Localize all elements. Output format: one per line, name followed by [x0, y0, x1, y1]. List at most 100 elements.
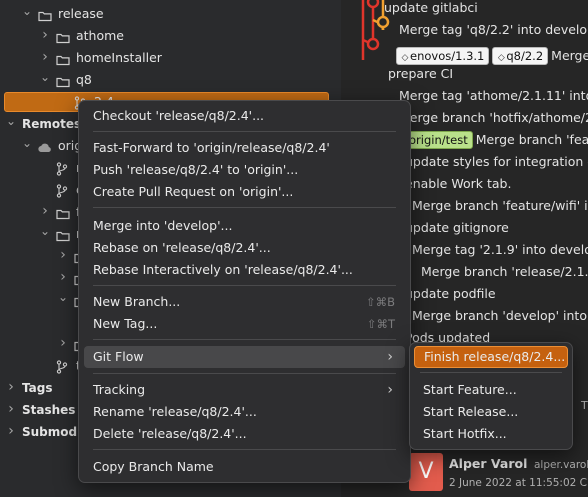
author-avatar: V	[409, 453, 443, 491]
menu-item-copy-branch-name[interactable]: Copy Branch Name	[84, 456, 405, 478]
chevron-right-icon[interactable]: ›	[40, 47, 50, 69]
commit-message: Merge branch 'hotfix/athome/2.1.11'	[399, 110, 588, 125]
chevron-right-icon[interactable]: ›	[6, 399, 16, 421]
commit-message: update styles for integration of new	[405, 154, 588, 169]
menu-separator	[420, 372, 562, 373]
remote-branch-badge: origin/test	[405, 131, 473, 149]
chevron-down-icon[interactable]: ⌄	[6, 113, 16, 135]
chevron-down-icon[interactable]: ⌄	[58, 289, 68, 311]
folder-icon	[38, 7, 52, 22]
submenu-item-finish-release[interactable]: Finish release/q8/2.4...	[414, 346, 568, 368]
menu-label: Start Feature...	[423, 382, 517, 397]
author-email: alper.varol@	[534, 459, 588, 471]
commit-dot	[366, 0, 380, 9]
chevron-right-icon[interactable]: ›	[58, 267, 68, 289]
commit-row[interactable]: Merge branch 'release/2.1.9'	[421, 261, 588, 283]
commit-message: Merge branch 'release/2.1.9'	[421, 264, 588, 279]
chevron-right-icon[interactable]: ›	[58, 245, 68, 267]
commit-message: update gitignore	[405, 220, 509, 235]
chevron-right-icon[interactable]: ›	[40, 25, 50, 47]
menu-item-new-branch[interactable]: New Branch... ⇧⌘B	[84, 291, 405, 313]
submenu-item-start-release[interactable]: Start Release...	[414, 401, 568, 423]
chevron-right-icon[interactable]: ›	[40, 201, 50, 223]
commit-message: Merge tag 'q8/2.2' into develop	[399, 22, 588, 37]
sidebar-item-release[interactable]: ⌄ release	[0, 3, 341, 25]
menu-item-new-tag[interactable]: New Tag... ⇧⌘T	[84, 313, 405, 335]
menu-item-git-flow[interactable]: Git Flow ›	[84, 346, 405, 368]
menu-item-delete[interactable]: Delete 'release/q8/2.4'...	[84, 423, 405, 445]
chevron-right-icon[interactable]: ›	[6, 421, 16, 443]
chevron-right-icon[interactable]: ›	[6, 377, 16, 399]
branch-icon	[56, 161, 70, 176]
chevron-down-icon[interactable]: ⌄	[22, 135, 32, 157]
tag-label: enovos/1.3.1	[410, 49, 485, 63]
tag-badge: ◇ q8/2.2	[492, 47, 549, 65]
menu-label: Tracking	[93, 382, 146, 397]
menu-label: Finish release/q8/2.4...	[424, 349, 566, 364]
commit-row[interactable]: update gitlabci	[384, 0, 478, 19]
commit-message: update gitlabci	[384, 0, 478, 15]
menu-label: Copy Branch Name	[93, 459, 214, 474]
sidebar-item-athome[interactable]: › athome	[0, 25, 341, 47]
menu-item-rebase[interactable]: Rebase on 'release/q8/2.4'...	[84, 237, 405, 259]
menu-item-tracking[interactable]: Tracking ›	[84, 379, 405, 401]
commit-row[interactable]: Merge tag 'q8/2.2' into develop	[399, 19, 588, 41]
commit-row[interactable]: Merge branch 'hotfix/athome/2.1.11'	[399, 107, 588, 129]
sidebar-item-label: athome	[76, 28, 124, 43]
commit-row[interactable]: Merge tag 'athome/2.1.11' into develop	[399, 85, 588, 107]
tag-label: q8/2.2	[506, 49, 544, 63]
commit-date: 2 June 2022 at 11:55:02 C	[449, 477, 587, 489]
commit-row[interactable]: update gitignore	[405, 217, 509, 239]
chevron-down-icon[interactable]: ⌄	[22, 3, 32, 25]
chevron-right-icon: ›	[387, 349, 393, 365]
menu-item-create-pull-request[interactable]: Create Pull Request on 'origin'...	[84, 181, 405, 203]
commit-row[interactable]: origin/testMerge branch 'feature'	[405, 129, 588, 151]
commit-message: update podfile	[405, 286, 496, 301]
menu-separator	[93, 285, 396, 286]
menu-item-rename[interactable]: Rename 'release/q8/2.4'...	[84, 401, 405, 423]
chevron-down-icon[interactable]: ⌄	[40, 223, 50, 245]
commit-row[interactable]: Merge branch 'develop' into feature	[412, 305, 588, 327]
chevron-right-icon[interactable]: ›	[58, 333, 68, 355]
menu-item-push[interactable]: Push 'release/q8/2.4' to 'origin'...	[84, 159, 405, 181]
chevron-down-icon[interactable]: ⌄	[40, 69, 50, 91]
commit-row[interactable]: Merge tag '2.1.9' into develop	[412, 239, 588, 261]
commit-dot	[366, 37, 380, 51]
menu-label: Start Hotfix...	[423, 426, 507, 441]
commit-row[interactable]: enable Work tab.	[405, 173, 511, 195]
commit-message: Merge	[551, 48, 588, 63]
menu-item-rebase-interactive[interactable]: Rebase Interactively on 'release/q8/2.4'…	[84, 259, 405, 281]
menu-label: Checkout 'release/q8/2.4'...	[93, 108, 265, 123]
sidebar-item-label: Stashes	[22, 403, 76, 417]
commit-message: Merge branch 'develop' into feature	[412, 308, 588, 323]
commit-message: enable Work tab.	[405, 176, 512, 191]
commit-message: prepare CI	[388, 66, 454, 81]
submenu-item-start-feature[interactable]: Start Feature...	[414, 379, 568, 401]
menu-label: Fast-Forward to 'origin/release/q8/2.4'	[93, 140, 330, 155]
shortcut-label: ⇧⌘B	[365, 295, 395, 309]
menu-item-checkout[interactable]: Checkout 'release/q8/2.4'...	[84, 105, 405, 127]
menu-separator	[93, 449, 396, 450]
chevron-right-icon: ›	[387, 382, 393, 398]
folder-icon	[56, 227, 70, 242]
menu-item-merge[interactable]: Merge into 'develop'...	[84, 215, 405, 237]
branch-icon	[56, 183, 70, 198]
commit-row[interactable]: prepare CI	[388, 63, 453, 85]
sidebar-item-q8[interactable]: ⌄ q8	[0, 69, 341, 91]
commit-message: Merge tag 'athome/2.1.11' into develop	[399, 88, 588, 103]
commit-row[interactable]: update styles for integration of new	[405, 151, 588, 173]
menu-label: Merge into 'develop'...	[93, 218, 233, 233]
cloud-icon	[38, 139, 52, 153]
commit-row[interactable]: Merge branch 'feature/wifi' into develop	[412, 195, 588, 217]
sidebar-item-homeinstaller[interactable]: › homeInstaller	[0, 47, 341, 69]
git-flow-submenu: Finish release/q8/2.4... Start Feature..…	[409, 342, 573, 450]
menu-label: Git Flow	[93, 349, 144, 364]
menu-label: Rename 'release/q8/2.4'...	[93, 404, 257, 419]
folder-icon	[56, 205, 70, 220]
commit-row[interactable]: update podfile	[405, 283, 496, 305]
folder-icon	[56, 51, 70, 66]
submenu-item-start-hotfix[interactable]: Start Hotfix...	[414, 423, 568, 445]
commit-message: Merge tag '2.1.9' into develop	[412, 242, 588, 257]
menu-item-fast-forward[interactable]: Fast-Forward to 'origin/release/q8/2.4'	[84, 137, 405, 159]
menu-label: New Branch...	[93, 294, 181, 309]
